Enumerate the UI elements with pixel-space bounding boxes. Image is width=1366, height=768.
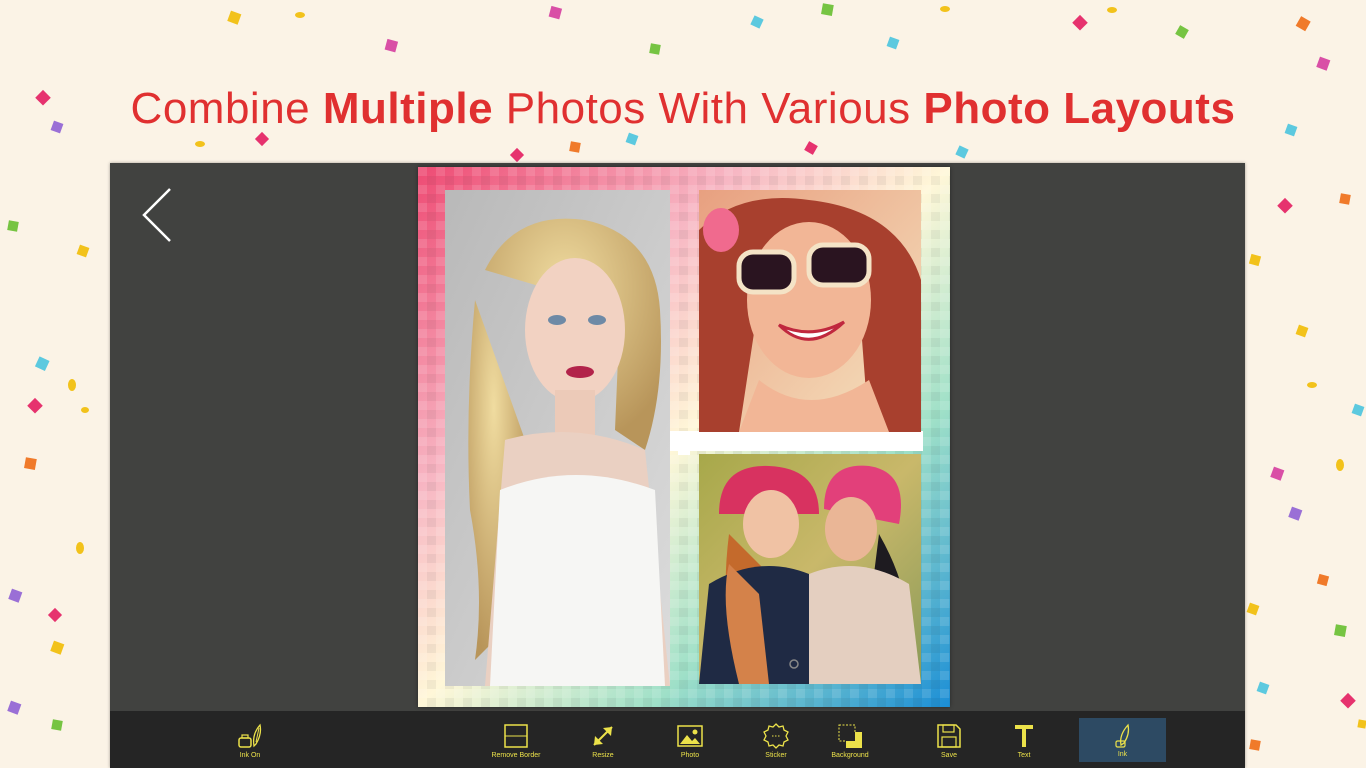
floppy-disk-icon [937, 724, 961, 748]
collage-canvas[interactable] [418, 167, 950, 707]
image-icon [677, 725, 703, 747]
collage-photo-left[interactable] [445, 190, 670, 686]
bottom-toolbar: Ink On Remove Border Resize Photo Sticke… [110, 711, 1245, 768]
headline-bold-1: Multiple [322, 84, 494, 133]
collage-photo-top-right[interactable] [699, 190, 921, 432]
resize-arrows-icon [593, 726, 613, 746]
back-button[interactable] [138, 183, 178, 247]
remove-border-label: Remove Border [491, 752, 541, 759]
text-label: Text [1017, 752, 1031, 759]
ink-bottle-icon [238, 723, 262, 748]
two-girls-illustration [699, 454, 921, 684]
sunglasses-girl-illustration [699, 190, 921, 432]
portrait-illustration [445, 190, 670, 686]
chevron-left-icon [142, 188, 171, 242]
text-t-icon [1015, 725, 1033, 747]
photo-button[interactable]: Photo [655, 717, 725, 765]
headline-bold-2: Photo Layouts [923, 84, 1236, 133]
text-button[interactable]: Text [989, 717, 1059, 765]
headline: Combine Multiple Photos With Various Pho… [0, 84, 1366, 134]
app-window: Ink On Remove Border Resize Photo Sticke… [110, 163, 1245, 768]
collage-photo-bottom-right[interactable] [699, 454, 921, 684]
sticker-button[interactable]: Sticker [741, 717, 811, 765]
sticker-badge-icon [763, 723, 789, 749]
ink-on-label: Ink On [239, 752, 261, 759]
ink-label: Ink [1117, 751, 1128, 758]
ink-on-button[interactable]: Ink On [215, 717, 285, 765]
photo-label: Photo [680, 752, 700, 759]
save-button[interactable]: Save [914, 717, 984, 765]
remove-border-button[interactable]: Remove Border [481, 717, 551, 765]
headline-part-1: Combine [130, 84, 323, 133]
background-button[interactable]: Background [815, 717, 885, 765]
ink-button[interactable]: Ink [1079, 718, 1166, 762]
headline-part-2: Photos With Various [493, 84, 924, 133]
resize-label: Resize [592, 752, 614, 759]
resize-button[interactable]: Resize [568, 717, 638, 765]
square-icon [504, 724, 528, 748]
save-label: Save [941, 752, 957, 759]
sticker-label: Sticker [765, 752, 787, 759]
ink-pen-icon [1114, 723, 1129, 748]
background-label: Background [831, 752, 869, 759]
background-squares-icon [838, 724, 862, 748]
